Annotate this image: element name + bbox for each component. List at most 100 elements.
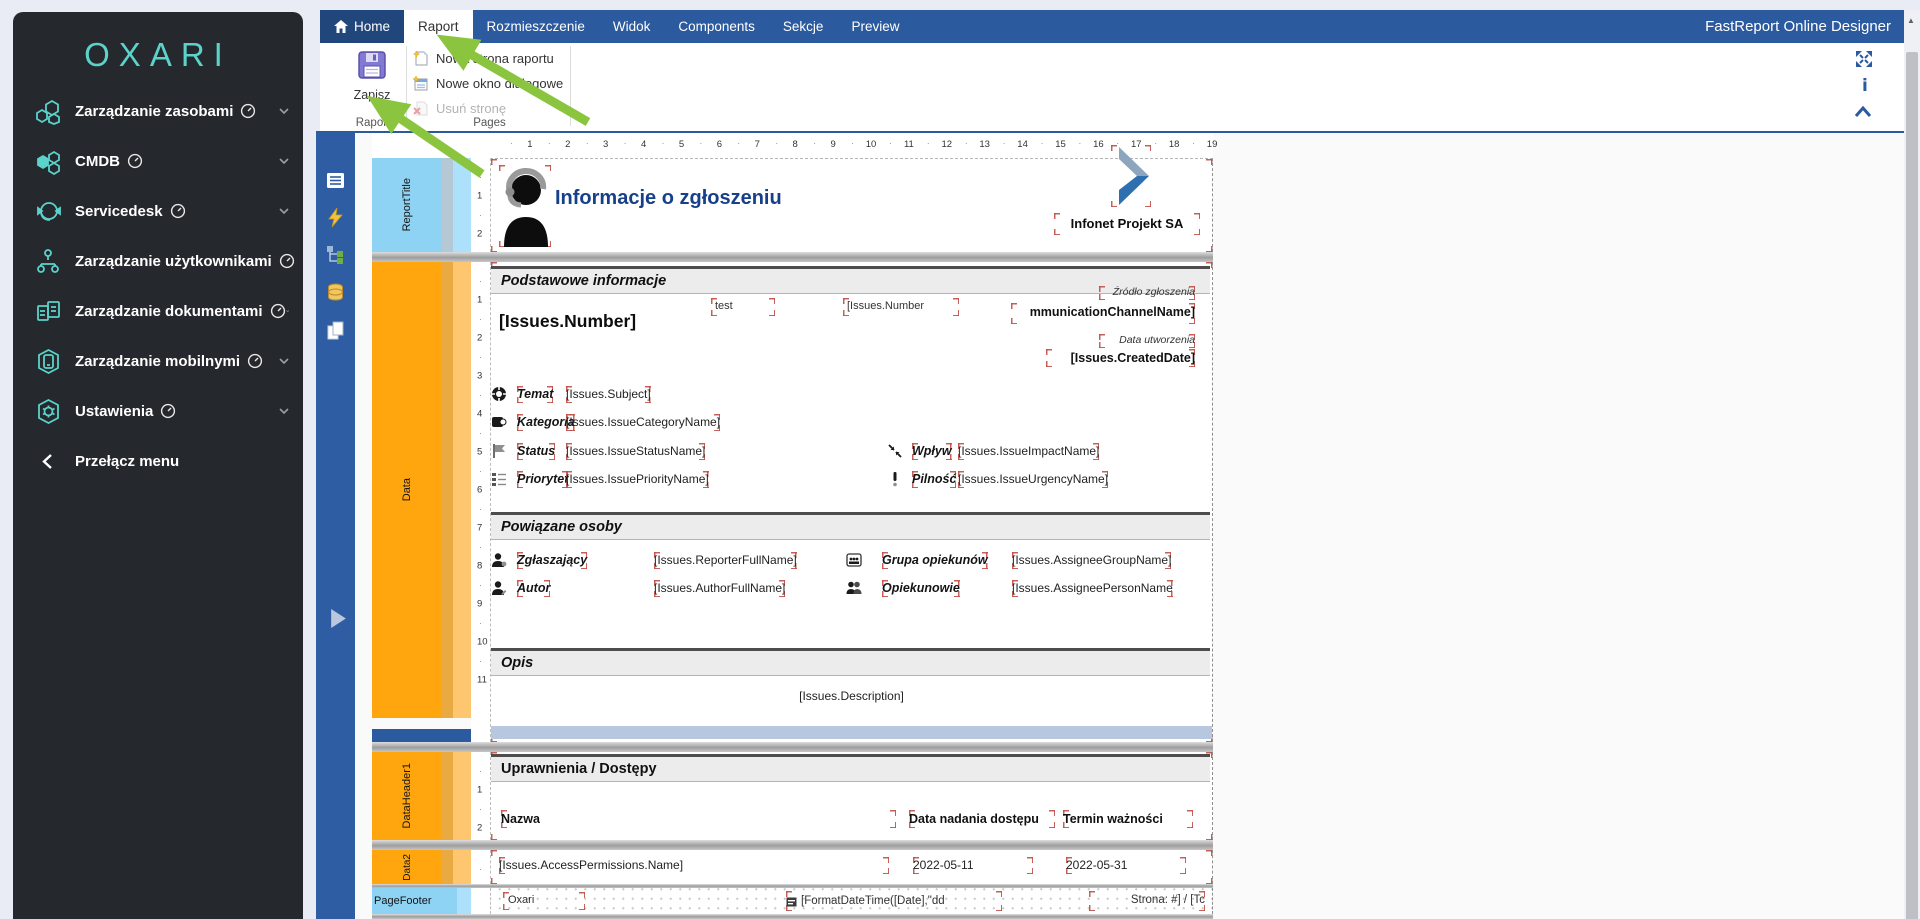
field-value[interactable]: [Issues.IssueStatusName]	[566, 443, 705, 460]
field-value[interactable]: [Issues.AssigneePersonName	[1012, 580, 1173, 597]
author-icon[interactable]	[491, 580, 507, 596]
report-tree-icon[interactable]	[325, 170, 346, 191]
sidebar-item-mobilne[interactable]: Zarządzanie mobilnymi	[13, 336, 303, 386]
field-value[interactable]: [Issues.AssigneeGroupName]	[1012, 552, 1171, 569]
band-label-column[interactable]: Data	[372, 262, 442, 718]
band-separator[interactable]	[372, 252, 1213, 262]
group-icon[interactable]	[846, 552, 862, 568]
field-value[interactable]: [Issues.Subject]	[566, 386, 651, 403]
band-canvas-dataheader1[interactable]: Uprawnienia / Dostępy Nazwa Data nadania…	[490, 752, 1213, 840]
section-header-people[interactable]: Powiązane osoby	[491, 512, 1210, 540]
band-data[interactable]: Data 1·2·3·4·5·6·7·8·9·10·11· Podstawowe…	[372, 262, 1213, 742]
cell-access-date[interactable]: 2022-05-11	[913, 857, 1033, 874]
field-communication-channel[interactable]: mmunicationChannelName]	[1011, 303, 1195, 324]
info-icon[interactable]: i	[1862, 76, 1868, 96]
sidebar-item-dokumenty[interactable]: Zarządzanie dokumentami	[13, 286, 303, 336]
footer-company[interactable]: Oxari	[503, 892, 585, 910]
temat-icon[interactable]	[491, 386, 507, 402]
fullscreen-icon[interactable]	[1854, 49, 1874, 74]
kategoria-icon[interactable]	[491, 414, 507, 430]
sidebar-item-servicedesk[interactable]: Servicedesk	[13, 186, 303, 236]
tab-sekcje[interactable]: Sekcje	[769, 10, 838, 43]
field-issue-number-big[interactable]: [Issues.Number]	[499, 306, 636, 336]
cell-access-expiry[interactable]: 2022-05-31	[1066, 857, 1186, 874]
band-data2[interactable]: Data2 1· [Issues.AccessPermissions.Name]…	[372, 850, 1213, 884]
cell-access-name[interactable]: [Issues.AccessPermissions.Name]	[499, 857, 889, 874]
save-button[interactable]: Zapisz	[344, 49, 400, 102]
band-canvas-reporttitle[interactable]: Informacje o zgłoszeniu Infonet Projekt …	[490, 158, 1213, 252]
field-value[interactable]: [Issues.AuthorFullName]	[654, 580, 785, 597]
report-title-text[interactable]: Informacje o zgłoszeniu	[555, 185, 782, 211]
field-value[interactable]: [Issues.IssueCategoryName]	[566, 414, 720, 431]
band-separator[interactable]	[372, 914, 1213, 919]
band-pagefooter[interactable]: PageFooter Oxari [FormatDateTime([Date],…	[372, 888, 1213, 914]
field-created-date[interactable]: [Issues.CreatedDate]	[1046, 349, 1195, 367]
field-label[interactable]: Opiekunowie	[882, 580, 960, 597]
section-header-permissions[interactable]: Uprawnienia / Dostępy	[491, 754, 1210, 782]
database-icon[interactable]	[325, 282, 346, 303]
field-label[interactable]: Zgłaszający	[517, 552, 587, 569]
sidebar-item-zasoby[interactable]: Zarządzanie zasobami	[13, 86, 303, 136]
band-label-column[interactable]: ReportTitle	[372, 158, 442, 252]
field-issue-number-small[interactable]: [Issues.Number	[843, 298, 959, 316]
pilnosc-icon[interactable]	[887, 471, 903, 487]
band-dataheader1[interactable]: DataHeader1 1·2· Uprawnienia / Dostępy N…	[372, 752, 1213, 840]
column-header-nazwa[interactable]: Nazwa	[501, 810, 896, 828]
band-separator[interactable]	[372, 840, 1213, 850]
scrollbar-thumb[interactable]	[1906, 52, 1918, 919]
sidebar-toggle-menu[interactable]: Przełącz menu	[13, 436, 303, 486]
person-headset-image[interactable]	[499, 165, 551, 247]
band-label-column[interactable]: Data2	[372, 850, 442, 884]
copy-pages-icon[interactable]	[325, 320, 346, 341]
label-source[interactable]: Źródło zgłoszenia	[1099, 286, 1195, 300]
field-value[interactable]: [Issues.IssueImpactName]	[958, 443, 1099, 460]
field-label[interactable]: Status	[517, 443, 555, 460]
sidebar-item-uzytkownicy[interactable]: Zarządzanie użytkownikami	[13, 236, 303, 286]
footer-page-number[interactable]: Strona: #] / [Tc	[1089, 891, 1205, 911]
band-canvas-data[interactable]: Podstawowe informacje [Issues.Number] te…	[490, 262, 1213, 742]
sidebar-item-ustawienia[interactable]: Ustawienia	[13, 386, 303, 436]
expand-panel-icon[interactable]	[328, 608, 349, 629]
tab-raport[interactable]: Raport	[404, 10, 473, 43]
tab-rozmieszczenie[interactable]: Rozmieszczenie	[473, 10, 599, 43]
events-lightning-icon[interactable]	[325, 207, 346, 228]
wplyw-icon[interactable]	[887, 443, 903, 459]
field-label[interactable]: Priorytet	[517, 471, 568, 488]
new-dialog-item[interactable]: Nowe okno dialogowe	[412, 71, 563, 96]
band-canvas-pagefooter[interactable]: Oxari [FormatDateTime([Date],"dd Strona:…	[490, 888, 1213, 914]
field-description[interactable]: [Issues.Description]	[491, 688, 1212, 705]
new-report-page-item[interactable]: Nowa strona raportu	[412, 46, 563, 71]
caretakers-icon[interactable]	[846, 580, 862, 596]
band-canvas-data2[interactable]: [Issues.AccessPermissions.Name] 2022-05-…	[490, 850, 1213, 884]
field-label[interactable]: Temat	[517, 386, 553, 403]
reporter-icon[interactable]	[491, 552, 507, 568]
tab-widok[interactable]: Widok	[599, 10, 665, 43]
priorytet-icon[interactable]	[491, 471, 507, 487]
collapse-ribbon-icon[interactable]	[1853, 105, 1873, 123]
scroll-up-arrow[interactable]: ▲	[1907, 16, 1915, 25]
status-icon[interactable]	[491, 443, 507, 459]
field-value[interactable]: [Issues.IssuePriorityName]	[566, 471, 709, 488]
sidebar-item-cmdb[interactable]: CMDB	[13, 136, 303, 186]
infonet-logo[interactable]	[1111, 145, 1151, 207]
tab-components[interactable]: Components	[664, 10, 769, 43]
field-test[interactable]: test	[711, 298, 775, 316]
vertical-scrollbar[interactable]: ▲	[1904, 10, 1920, 919]
column-header-data-nadania[interactable]: Data nadania dostępu	[909, 810, 1055, 828]
band-reporttitle[interactable]: ReportTitle 1·2· Informacje o zgłoszeniu…	[372, 158, 1213, 252]
label-created-date[interactable]: Data utworzenia	[1099, 334, 1195, 348]
field-value[interactable]: [Issues.IssueUrgencyName]	[958, 471, 1108, 488]
field-label[interactable]: Grupa opiekunów	[882, 552, 988, 569]
company-name-text[interactable]: Infonet Projekt SA	[1054, 213, 1200, 235]
field-label[interactable]: Wpływ	[912, 443, 952, 460]
field-label[interactable]: Pilność	[912, 471, 956, 488]
band-label-column[interactable]: DataHeader1	[372, 752, 442, 840]
footer-date[interactable]: [FormatDateTime([Date],"dd	[786, 891, 1002, 911]
data-tree-icon[interactable]	[325, 244, 346, 265]
band-separator[interactable]	[372, 742, 1213, 752]
column-header-termin[interactable]: Termin ważności	[1063, 810, 1193, 828]
tab-home[interactable]: Home	[320, 10, 404, 43]
tab-preview[interactable]: Preview	[837, 10, 913, 43]
field-value[interactable]: [Issues.ReporterFullName]	[654, 552, 797, 569]
field-label[interactable]: Autor	[517, 580, 550, 597]
